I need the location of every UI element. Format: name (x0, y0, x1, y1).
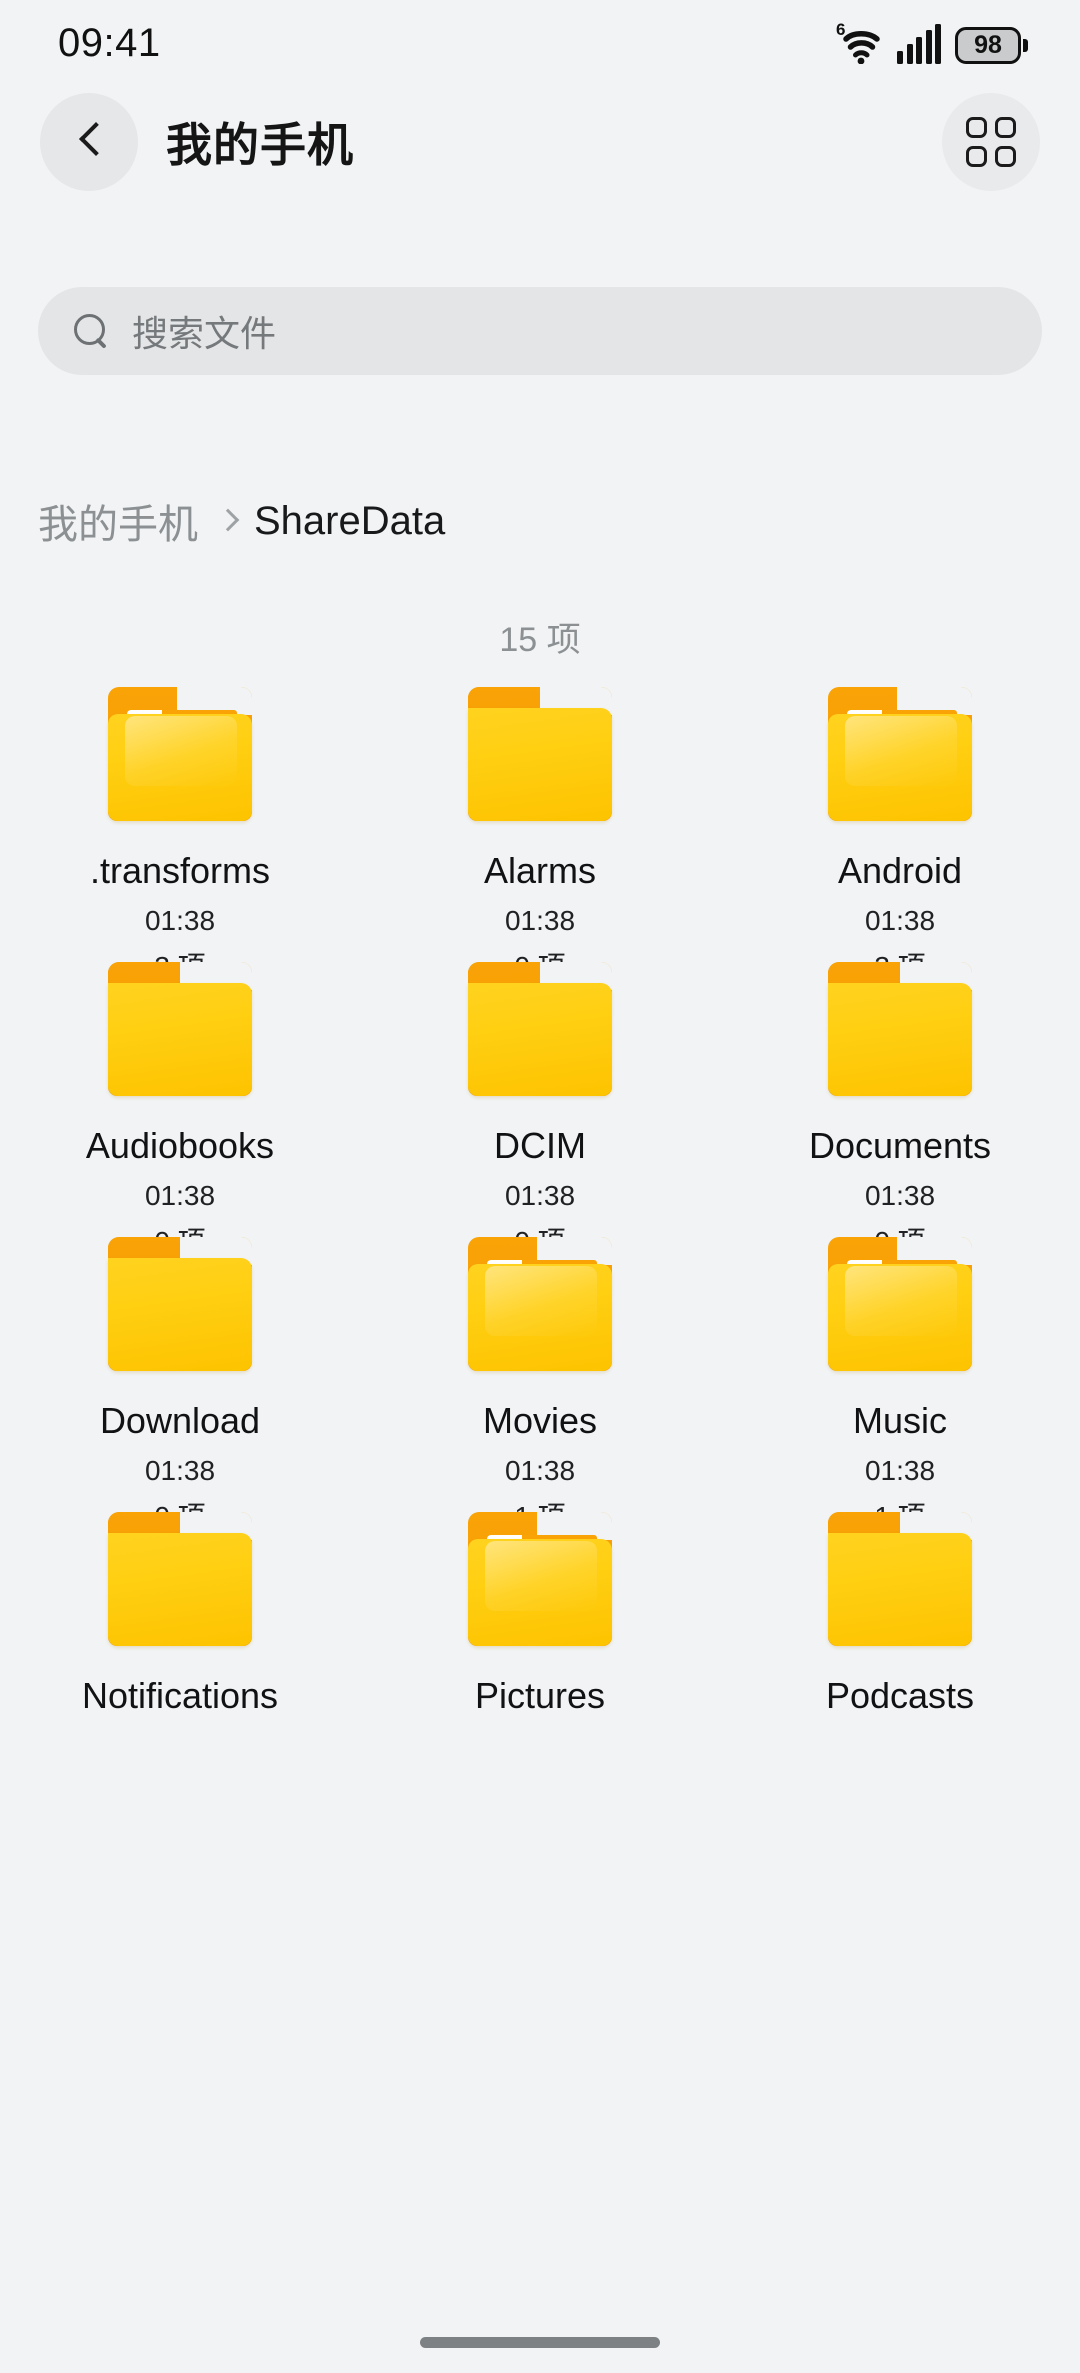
status-bar: 09:41 6 98 (0, 0, 1080, 86)
folder-front-panel (108, 1258, 252, 1371)
grid-view-toggle-button[interactable] (942, 93, 1040, 191)
breadcrumb: 我的手机 ShareData (38, 492, 445, 550)
folder-item[interactable]: Movies01:381 项 (360, 1228, 720, 1532)
home-indicator[interactable] (420, 2337, 660, 2348)
folder-icon (825, 1503, 975, 1653)
folder-time-label: 01:38 (144, 1455, 216, 1486)
folder-name-label: .transforms (89, 850, 271, 891)
folder-time-label: 01:38 (504, 1180, 576, 1211)
folder-highlight (845, 1266, 957, 1336)
page-header: 我的手机 (0, 86, 1080, 198)
folder-item[interactable]: Alarms01:380 项 (360, 678, 720, 982)
folder-highlight (845, 716, 957, 786)
back-button[interactable] (40, 93, 138, 191)
folder-time-label: 01:38 (864, 905, 936, 936)
folder-name-label: Download (99, 1400, 261, 1441)
folder-name-label: DCIM (494, 1125, 586, 1166)
folder-icon (465, 1228, 615, 1378)
folder-icon (825, 1228, 975, 1378)
folder-icon (825, 953, 975, 1103)
grid-view-icon (966, 117, 1016, 167)
folder-name-label: Pictures (474, 1675, 606, 1716)
folder-icon (465, 678, 615, 828)
folder-time-label: 01:38 (144, 1180, 216, 1211)
folder-front-panel (108, 1533, 252, 1646)
folder-time-label: 01:38 (504, 1455, 576, 1486)
folder-time-label: 01:38 (864, 1455, 936, 1486)
folder-name-label: Movies (482, 1400, 598, 1441)
folder-item[interactable]: Podcasts (720, 1503, 1080, 1778)
folder-front-panel (828, 1533, 972, 1646)
folder-icon (465, 1503, 615, 1653)
folder-name-label: Notifications (81, 1675, 279, 1716)
breadcrumb-item-root[interactable]: 我的手机 (38, 492, 198, 550)
battery-level-label: 98 (974, 31, 1002, 59)
search-input[interactable]: 搜索文件 (38, 287, 1042, 375)
folder-item[interactable]: Notifications (0, 1503, 360, 1778)
file-manager-screen: 09:41 6 98 我的手机 搜索文件 我的手机 ShareData 15 项… (0, 0, 1080, 2373)
wifi-generation-label: 6 (836, 20, 846, 39)
folder-icon (105, 1503, 255, 1653)
folder-highlight (485, 1541, 597, 1611)
folder-highlight (125, 716, 237, 786)
folder-highlight (485, 1266, 597, 1336)
page-title: 我的手机 (166, 119, 354, 171)
folder-icon (825, 678, 975, 828)
folder-item[interactable]: Music01:381 项 (720, 1228, 1080, 1532)
folder-icon (105, 678, 255, 828)
wifi-icon: 6 (836, 20, 883, 65)
folder-name-label: Music (852, 1400, 947, 1441)
cellular-signal-icon (897, 24, 941, 64)
folder-icon (105, 1228, 255, 1378)
folder-item[interactable]: .transforms01:383 项 (0, 678, 360, 982)
folder-name-label: Audiobooks (85, 1125, 275, 1166)
battery-icon: 98 (955, 27, 1028, 64)
folder-item[interactable]: Download01:380 项 (0, 1228, 360, 1532)
chevron-left-icon (78, 122, 100, 162)
chevron-right-icon (218, 509, 234, 533)
search-placeholder: 搜索文件 (132, 313, 277, 354)
folder-item[interactable]: Documents01:380 项 (720, 953, 1080, 1257)
status-clock: 09:41 (58, 20, 161, 65)
folder-item[interactable]: Pictures (360, 1503, 720, 1778)
breadcrumb-item-current[interactable]: ShareData (254, 499, 445, 544)
battery-cap (1023, 39, 1028, 52)
folder-time-label: 01:38 (864, 1180, 936, 1211)
folder-front-panel (468, 983, 612, 1096)
folder-front-panel (828, 983, 972, 1096)
item-count-label: 15 项 (499, 621, 581, 659)
folder-time-label: 01:38 (144, 905, 216, 936)
folder-name-label: Podcasts (825, 1675, 975, 1716)
folder-item[interactable]: Android01:383 项 (720, 678, 1080, 982)
folder-name-label: Android (837, 850, 963, 891)
folder-time-label: 01:38 (504, 905, 576, 936)
folder-item[interactable]: DCIM01:380 项 (360, 953, 720, 1257)
status-icon-group: 6 98 (836, 20, 1028, 65)
folder-icon (105, 953, 255, 1103)
folder-item[interactable]: Audiobooks01:380 项 (0, 953, 360, 1257)
folder-front-panel (468, 708, 612, 821)
folder-front-panel (108, 983, 252, 1096)
folder-name-label: Documents (808, 1125, 992, 1166)
folder-grid: .transforms01:383 项Alarms01:380 项Android… (0, 678, 1080, 1778)
search-icon (72, 312, 110, 350)
folder-name-label: Alarms (483, 850, 596, 891)
folder-icon (465, 953, 615, 1103)
